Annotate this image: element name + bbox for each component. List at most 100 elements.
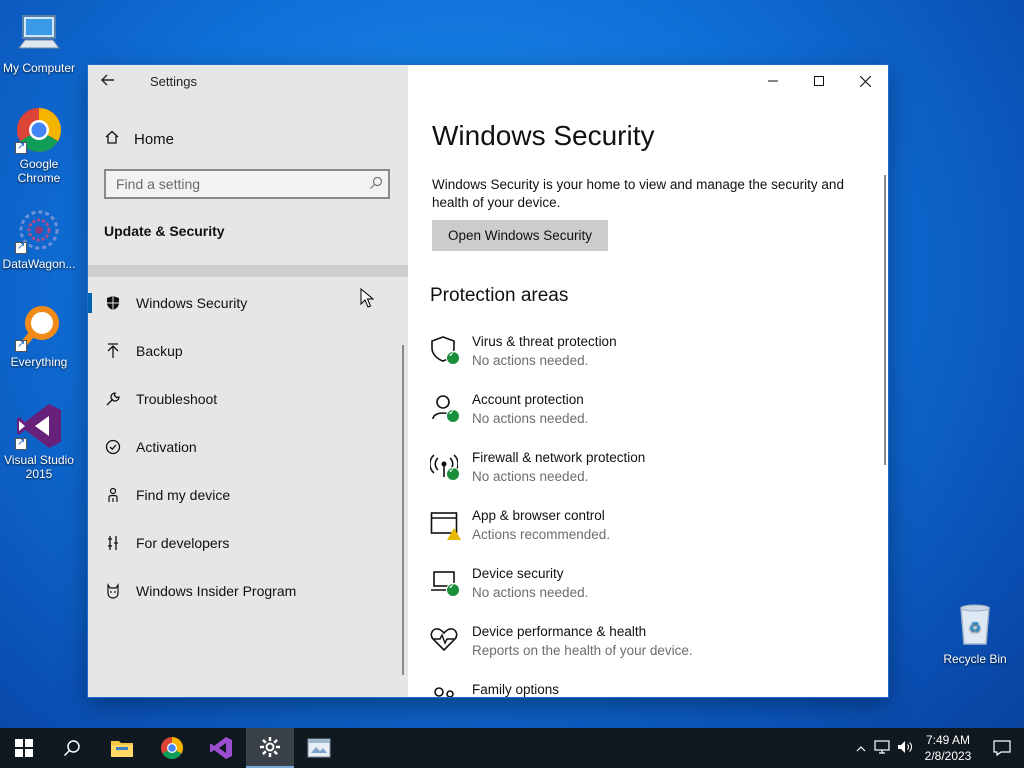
protection-area-family-options[interactable]: Family options <box>430 681 870 697</box>
clock[interactable]: 7:49 AM 2/8/2023 <box>916 732 980 764</box>
maximize-icon <box>814 76 824 86</box>
shortcut-arrow-icon <box>15 240 27 254</box>
volume-icon[interactable] <box>894 740 916 757</box>
ok-badge-icon <box>446 581 460 597</box>
sidebar-item-label: Find my device <box>136 487 231 503</box>
page-description: Windows Security is your home to view an… <box>432 177 844 210</box>
shield-icon <box>430 335 460 365</box>
divider <box>88 265 408 277</box>
protection-areas-heading: Protection areas <box>430 285 569 306</box>
clock-time: 7:49 AM <box>925 733 971 747</box>
shortcut-arrow-icon <box>15 338 27 352</box>
clock-date: 2/8/2023 <box>924 749 972 763</box>
ok-badge-icon <box>446 407 460 423</box>
taskbar-search-button[interactable] <box>48 728 96 768</box>
start-button[interactable] <box>0 728 48 768</box>
desktop-icon-label: DataWagon... <box>2 257 76 271</box>
home-link[interactable]: Home <box>104 129 174 149</box>
desktop-icon-label: Google Chrome <box>17 157 61 185</box>
close-button[interactable] <box>842 65 888 97</box>
sidebar-item-label: Windows Security <box>136 295 248 311</box>
desktop-icon-visual-studio[interactable]: Visual Studio 2015 <box>0 402 78 481</box>
wrench-icon <box>104 390 122 408</box>
sidebar-item-label: For developers <box>136 535 230 551</box>
svg-text:♻: ♻ <box>969 620 982 636</box>
heart-icon <box>430 625 460 655</box>
search-input[interactable] <box>106 175 364 193</box>
area-title: Family options <box>472 682 560 697</box>
protection-area-device-security[interactable]: Device security No actions needed. <box>430 565 870 623</box>
insider-cat-icon <box>104 582 122 600</box>
minimize-icon <box>768 80 778 82</box>
backup-icon <box>104 342 122 360</box>
sidebar-item-label: Troubleshoot <box>136 391 218 407</box>
search-icon <box>63 740 80 757</box>
protection-area-app-browser[interactable]: App & browser control Actions recommended… <box>430 507 870 565</box>
visual-studio-icon <box>210 737 232 759</box>
protection-area-account[interactable]: Account protection No actions needed. <box>430 391 870 449</box>
notification-icon[interactable] <box>980 740 1024 756</box>
desktop-icon-google-chrome[interactable]: Google Chrome <box>0 106 78 185</box>
magnifier-icon <box>15 304 63 352</box>
taskbar: 7:49 AM 2/8/2023 <box>0 728 1024 768</box>
sidebar-item-activation[interactable]: Activation <box>88 423 408 471</box>
shortcut-arrow-icon <box>15 140 27 154</box>
laptop-icon <box>430 567 460 597</box>
person-location-icon <box>104 486 122 504</box>
area-title: Firewall & network protection <box>472 450 646 465</box>
desktop-icon-label: Everything <box>10 355 68 369</box>
open-windows-security-button[interactable]: Open Windows Security <box>432 220 608 251</box>
taskbar-app[interactable] <box>295 728 343 768</box>
mouse-cursor-icon <box>360 287 375 313</box>
settings-window: Settings Home Update & Security Windows … <box>88 65 888 697</box>
desktop-icon-recycle-bin[interactable]: ♻ Recycle Bin <box>938 600 1012 666</box>
app-window-icon <box>307 738 331 758</box>
network-icon[interactable] <box>870 739 894 757</box>
chrome-icon <box>161 737 183 759</box>
activation-icon <box>104 438 122 456</box>
person-icon <box>430 393 460 423</box>
area-status: No actions needed. <box>472 411 589 426</box>
taskbar-file-explorer[interactable] <box>98 728 146 768</box>
desktop-icon-datawagon[interactable]: DataWagon... <box>0 206 78 271</box>
protection-areas-list: Virus & threat protection No actions need… <box>429 333 870 697</box>
area-status: Reports on the health of your device. <box>472 643 693 658</box>
protection-area-firewall[interactable]: Firewall & network protection No actions … <box>429 449 870 507</box>
windows-logo-icon <box>15 739 33 757</box>
area-title: App & browser control <box>472 508 605 523</box>
window-title: Settings <box>150 74 197 89</box>
sidebar-item-troubleshoot[interactable]: Troubleshoot <box>88 375 408 423</box>
sidebar-item-windows-insider-program[interactable]: Windows Insider Program <box>88 567 408 615</box>
taskbar-settings[interactable] <box>246 728 294 768</box>
sidebar-item-label: Activation <box>136 439 197 455</box>
content-scrollbar[interactable] <box>884 175 886 465</box>
search-icon[interactable] <box>364 176 388 193</box>
maximize-button[interactable] <box>796 65 842 97</box>
recycle-bin-label: Recycle Bin <box>943 652 1007 666</box>
protection-area-device-performance[interactable]: Device performance & health Reports on th… <box>430 623 870 681</box>
shield-icon <box>104 294 122 312</box>
sidebar-item-for-developers[interactable]: For developers <box>88 519 408 567</box>
taskbar-visual-studio[interactable] <box>197 728 245 768</box>
desktop-icon-label: Visual Studio 2015 <box>4 453 74 481</box>
sidebar-item-find-my-device[interactable]: Find my device <box>88 471 408 519</box>
desktop-icon-label: My Computer <box>2 61 76 75</box>
area-status: No actions needed. <box>472 585 589 600</box>
back-arrow-icon[interactable] <box>100 71 124 93</box>
recycle-bin-icon: ♻ <box>951 600 999 648</box>
search-box[interactable] <box>104 169 390 199</box>
visual-studio-icon <box>15 402 63 450</box>
protection-area-virus-threat[interactable]: Virus & threat protection No actions need… <box>430 333 870 391</box>
folder-icon <box>111 741 133 757</box>
area-title: Virus & threat protection <box>472 334 617 349</box>
sidebar-item-backup[interactable]: Backup <box>88 327 408 375</box>
chevron-up-icon[interactable] <box>852 741 870 755</box>
taskbar-chrome[interactable] <box>148 728 196 768</box>
desktop-icon-everything[interactable]: Everything <box>0 304 78 369</box>
desktop-icon-my-computer[interactable]: My Computer <box>0 10 78 75</box>
minimize-button[interactable] <box>750 65 796 97</box>
sidebar-scrollbar[interactable] <box>402 345 404 675</box>
settings-content: Windows Security Windows Security is you… <box>408 65 888 697</box>
area-title: Account protection <box>472 392 584 407</box>
sidebar-item-label: Backup <box>136 343 183 359</box>
